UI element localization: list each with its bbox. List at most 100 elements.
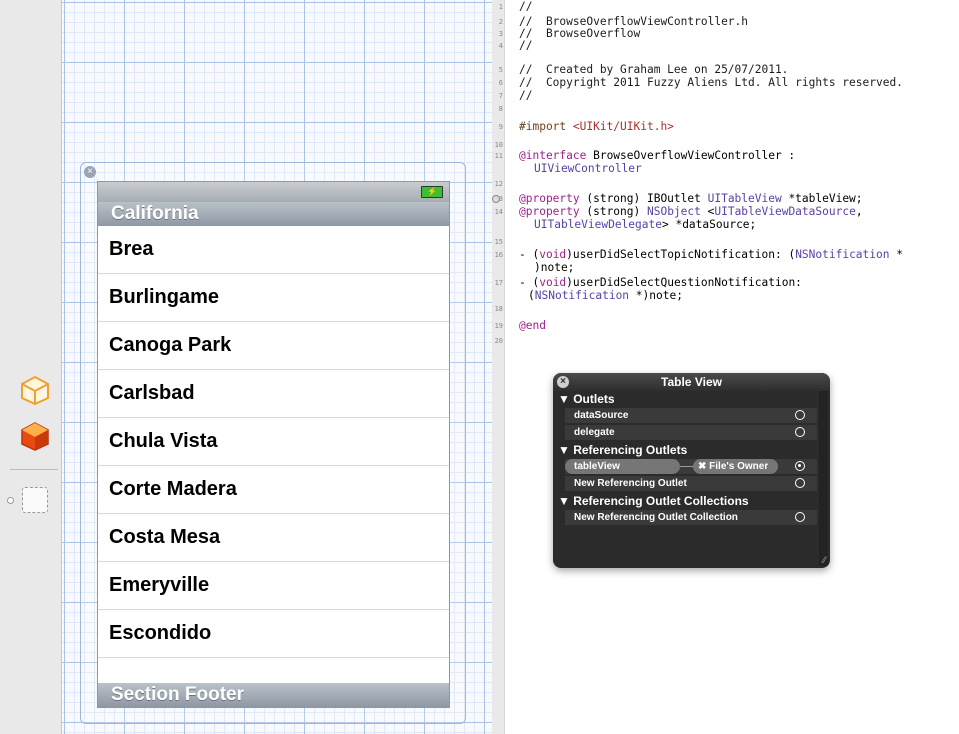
section-label: Outlets (573, 392, 615, 406)
disclosure-triangle-icon[interactable]: ▼ (558, 392, 573, 406)
keyword: @interface (519, 149, 587, 162)
line-number: 14 (494, 208, 503, 216)
row-label: New Referencing Outlet Collection (574, 512, 738, 523)
object-dock (0, 0, 62, 734)
new-collection-row[interactable]: New Referencing Outlet Collection (565, 510, 817, 526)
code-line-14-cont: UITableViewDelegate> *dataSource; (534, 219, 756, 231)
line-number: 1 (498, 3, 503, 11)
code-line-17: - (void)userDidSelectQuestionNotificatio… (519, 277, 802, 289)
code-text: < (700, 205, 715, 218)
selection-indicator (7, 497, 14, 504)
code-text: (strong) (579, 205, 647, 218)
code-line-11: @interface BrowseOverflowViewController … (519, 150, 795, 162)
superclass: UIViewController (534, 162, 642, 175)
type-name: NSObject (646, 205, 701, 218)
connection-circle-icon[interactable] (795, 427, 805, 437)
code-text: *tableView; (781, 192, 863, 205)
code-line-17-cont: (NSNotification *)note; (528, 290, 683, 302)
outlet-connection-dot[interactable] (492, 195, 500, 203)
connection-circle-icon[interactable] (795, 512, 805, 522)
close-icon[interactable]: × (557, 376, 569, 388)
remove-connection-icon[interactable]: ✖ (698, 461, 709, 472)
code-line-6: // Copyright 2011 Fuzzy Aliens Ltd. All … (519, 76, 903, 89)
line-number: 12 (494, 180, 503, 188)
line-number: 6 (498, 79, 503, 87)
type-name: UITableViewDelegate (534, 218, 662, 231)
code-line-5: // Created by Graham Lee on 25/07/2011. (519, 63, 789, 76)
line-number: 9 (498, 123, 503, 131)
new-referencing-outlet-row[interactable]: New Referencing Outlet (565, 476, 817, 492)
code-text: )userDidSelectQuestionNotification: (566, 276, 802, 289)
line-number: 10 (494, 141, 503, 149)
code-text: (strong) IBOutlet (579, 192, 708, 205)
outlet-label: dataSource (574, 410, 629, 421)
code-line-7: // (519, 89, 533, 102)
code-line-14: @property (strong) NSObject <UITableView… (519, 206, 863, 218)
battery-icon: ⚡ (421, 186, 443, 198)
first-responder-cube-icon[interactable] (19, 420, 51, 452)
class-name: BrowseOverflowViewController : (586, 149, 796, 162)
code-line-9: #import <UIKit/UIKit.h> (519, 121, 674, 133)
outlets-section[interactable]: ▼ Outlets (553, 391, 815, 407)
table-row[interactable]: Canoga Park (98, 322, 449, 370)
close-icon[interactable]: × (84, 166, 96, 178)
placeholder-cube-icon[interactable] (19, 374, 51, 406)
section-footer[interactable]: Section Footer (98, 683, 449, 707)
type-name: NSNotification (534, 289, 630, 302)
table-row[interactable]: Carlsbad (98, 370, 449, 418)
code-line-13: @property (strong) IBOutlet UITableView … (519, 193, 863, 205)
table-view[interactable]: ⚡ California Brea Burlingame Canoga Park… (97, 181, 450, 708)
line-number: 15 (494, 238, 503, 246)
line-number: 16 (494, 251, 503, 259)
connection-line (680, 466, 693, 467)
code-line-16-cont: )note; (534, 261, 575, 274)
disclosure-triangle-icon[interactable]: ▼ (558, 443, 573, 457)
section-label: Referencing Outlet Collections (573, 494, 749, 508)
connection-circle-icon[interactable] (795, 478, 805, 488)
connection-circle-icon[interactable] (795, 410, 805, 420)
code-text: - ( (519, 276, 540, 289)
resize-grip-icon[interactable]: ⁄⁄ (823, 555, 826, 565)
import-path: <UIKit/UIKit.h> (572, 120, 674, 133)
referencing-outlets-section[interactable]: ▼ Referencing Outlets (553, 442, 815, 458)
code-editor[interactable]: 1234567891011121314151617181920 // // Br… (492, 0, 959, 734)
table-row[interactable]: Burlingame (98, 274, 449, 322)
outlet-label: delegate (574, 427, 615, 438)
table-row[interactable]: Escondido (98, 610, 449, 658)
connections-panel[interactable]: Table View × ▼ Outlets dataSource delega… (553, 373, 830, 568)
panel-scrollbar[interactable] (819, 391, 828, 566)
line-number: 19 (494, 322, 503, 330)
section-header[interactable]: California (98, 202, 449, 226)
code-text: > *dataSource; (661, 218, 757, 231)
disclosure-triangle-icon[interactable]: ▼ (558, 494, 573, 508)
view-placeholder-icon[interactable] (22, 487, 48, 513)
code-text: )userDidSelectTopicNotification: ( (566, 248, 796, 261)
code-text: * (889, 248, 903, 261)
line-number: 2 (498, 18, 503, 26)
table-row[interactable]: Costa Mesa (98, 514, 449, 562)
line-number: 18 (494, 305, 503, 313)
code-line-1: // (519, 0, 533, 13)
panel-title: Table View (553, 373, 830, 391)
type-name: UITableView (707, 192, 782, 205)
outlet-row[interactable]: dataSource (565, 408, 817, 424)
table-row[interactable]: Chula Vista (98, 418, 449, 466)
table-row[interactable]: Emeryville (98, 562, 449, 610)
code-line-3: // BrowseOverflow (519, 27, 641, 40)
import-directive: #import (519, 120, 573, 133)
keyword: void (539, 276, 567, 289)
line-number: 4 (498, 42, 503, 50)
dock-divider (10, 469, 58, 470)
connection-circle-icon[interactable] (795, 461, 805, 471)
code-line-4: // (519, 39, 533, 52)
table-row[interactable]: Corte Madera (98, 466, 449, 514)
referencing-collections-section[interactable]: ▼ Referencing Outlet Collections (553, 493, 815, 509)
table-row[interactable]: Brea (98, 226, 449, 274)
type-name: UITableViewDataSource (714, 205, 856, 218)
line-number: 8 (498, 105, 503, 113)
connected-object-pill[interactable]: ✖ File's Owner (693, 459, 778, 474)
outlet-row[interactable]: delegate (565, 425, 817, 441)
outlet-name-pill[interactable]: tableView (565, 459, 680, 474)
code-text: , (855, 205, 863, 218)
keyword: void (539, 248, 567, 261)
